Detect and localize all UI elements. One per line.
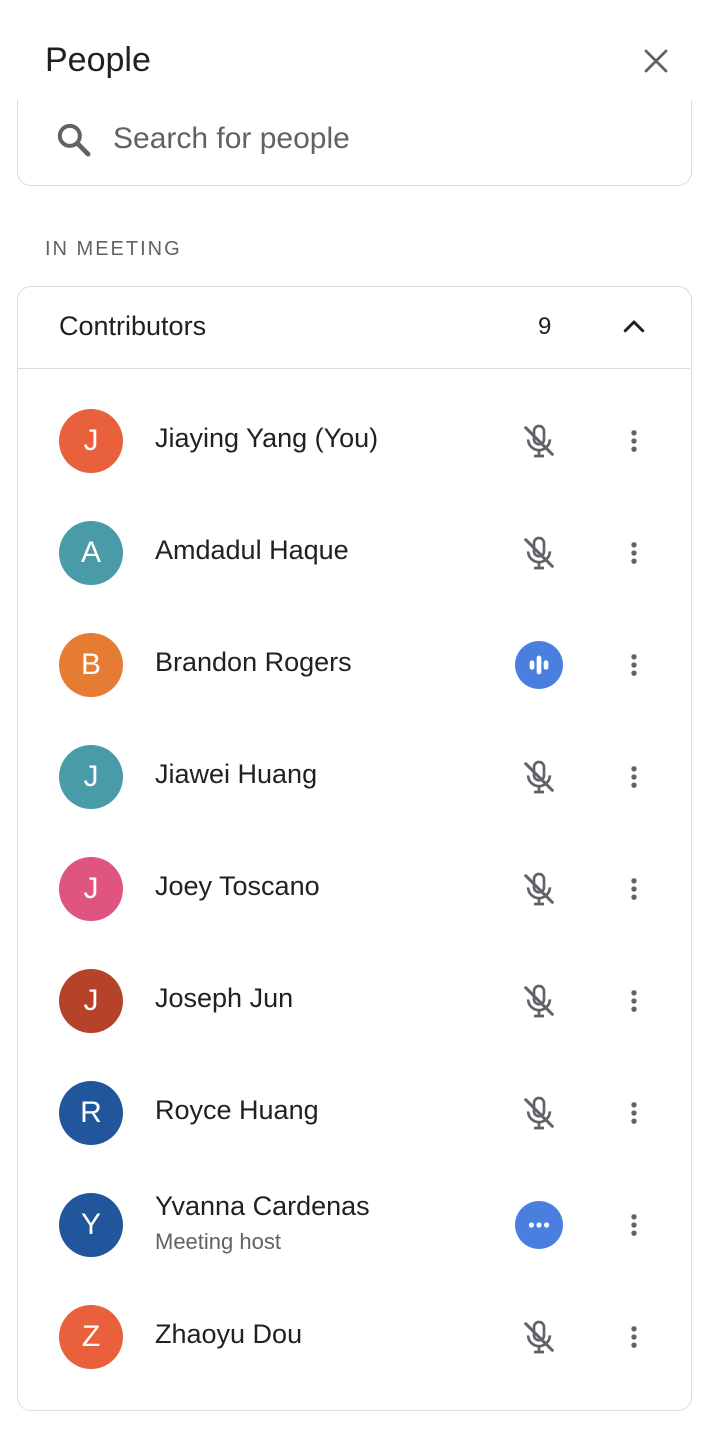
more-vert-icon (631, 878, 637, 900)
more-options-button[interactable] (614, 1201, 654, 1249)
participant-name: Joey Toscano (155, 871, 320, 901)
more-vert-icon (631, 430, 637, 452)
participant-row[interactable]: R Royce Huang (18, 1057, 690, 1169)
mic-status (515, 417, 563, 465)
avatar: R (59, 1081, 123, 1145)
avatar: J (59, 745, 123, 809)
panel-title: People (45, 41, 151, 79)
mic-status (515, 865, 563, 913)
more-vert-icon (631, 990, 637, 1012)
close-button[interactable] (630, 35, 682, 87)
search-input[interactable] (113, 118, 653, 160)
participant-row[interactable]: J Jiaying Yang (You) (18, 385, 690, 497)
participant-role: Meeting host (155, 1229, 281, 1254)
participant-row[interactable]: J Jiawei Huang (18, 721, 690, 833)
search-box (17, 100, 692, 186)
avatar: J (59, 969, 123, 1033)
more-vert-icon (631, 1214, 637, 1236)
more-options-button[interactable] (614, 753, 654, 801)
mic-off-icon (524, 760, 554, 794)
participant-name: Yvanna Cardenas (155, 1191, 370, 1221)
more-vert-icon (631, 654, 637, 676)
mic-off-icon (524, 424, 554, 458)
participant-row[interactable]: Y Yvanna Cardenas Meeting host (18, 1169, 690, 1281)
participant-row[interactable]: B Brandon Rogers (18, 609, 690, 721)
more-options-button[interactable] (614, 641, 654, 689)
mic-off-icon (524, 984, 554, 1018)
chevron-up-icon (623, 320, 645, 333)
participant-name: Joseph Jun (155, 983, 294, 1013)
avatar: J (59, 409, 123, 473)
host-options-button[interactable] (515, 1201, 563, 1249)
participant-row[interactable]: Z Zhaoyu Dou (18, 1281, 690, 1393)
more-options-button[interactable] (614, 1089, 654, 1137)
participant-name: Zhaoyu Dou (155, 1319, 303, 1349)
participant-name: Jiaying Yang (You) (155, 423, 379, 453)
participant-name: Brandon Rogers (155, 647, 352, 677)
avatar: B (59, 633, 123, 697)
participant-row[interactable]: A Amdadul Haque (18, 497, 690, 609)
avatar: A (59, 521, 123, 585)
avatar: Z (59, 1305, 123, 1369)
more-options-button[interactable] (614, 977, 654, 1025)
more-options-button[interactable] (614, 417, 654, 465)
mic-off-icon (524, 1096, 554, 1130)
more-options-button[interactable] (614, 1313, 654, 1361)
search-icon (57, 123, 91, 157)
participant-name: Jiawei Huang (155, 759, 318, 789)
mic-off-icon (524, 872, 554, 906)
mic-off-icon (524, 1320, 554, 1354)
mic-status (515, 529, 563, 577)
more-options-button[interactable] (614, 865, 654, 913)
speaking-indicator (515, 641, 563, 689)
avatar: Y (59, 1193, 123, 1257)
group-title: Contributors (59, 311, 207, 341)
more-vert-icon (631, 542, 637, 564)
avatar: J (59, 857, 123, 921)
more-vert-icon (631, 1102, 637, 1124)
group-count: 9 (538, 313, 552, 340)
more-vert-icon (631, 1326, 637, 1348)
participant-name: Amdadul Haque (155, 535, 349, 565)
more-options-button[interactable] (614, 529, 654, 577)
participant-row[interactable]: J Joseph Jun (18, 945, 690, 1057)
close-icon (644, 49, 668, 73)
contributors-panel: Contributors 9 J Jiaying Yang (You) A Amdad… (17, 286, 692, 1411)
more-vert-icon (631, 766, 637, 788)
section-label: IN MEETING (45, 238, 182, 260)
contributors-group-header[interactable]: Contributors 9 (18, 287, 690, 369)
speaking-icon (529, 655, 549, 675)
mic-status (515, 977, 563, 1025)
mic-status (515, 1089, 563, 1137)
participant-row[interactable]: J Joey Toscano (18, 833, 690, 945)
mic-status (515, 1313, 563, 1361)
mic-status (515, 753, 563, 801)
more-horizontal-icon (528, 1222, 550, 1228)
participant-name: Royce Huang (155, 1095, 319, 1125)
collapse-button[interactable] (614, 307, 654, 347)
mic-off-icon (524, 536, 554, 570)
